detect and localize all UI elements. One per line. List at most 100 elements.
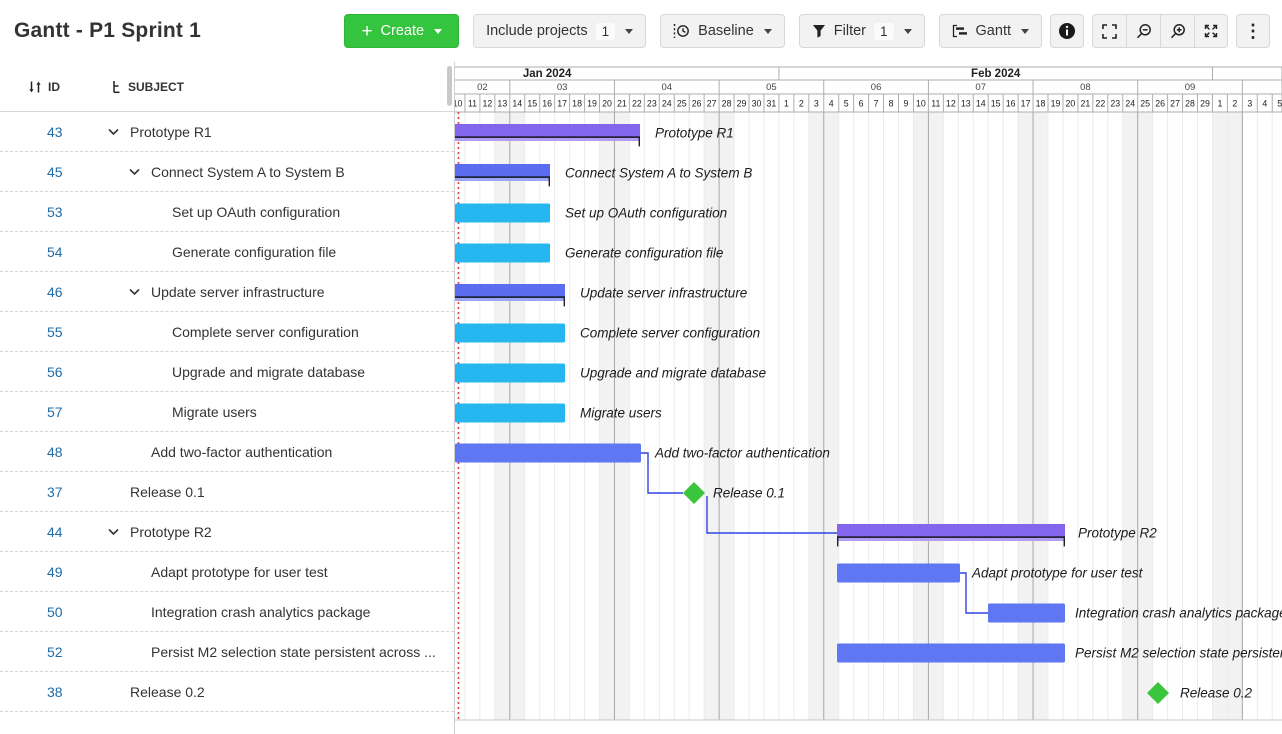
scrollbar-thumb[interactable] (447, 66, 452, 106)
zoom-auto-button[interactable] (1194, 14, 1228, 48)
collapse-chevron-icon[interactable] (129, 288, 140, 295)
day-number-label: 5 (1277, 99, 1282, 109)
table-row[interactable]: 43 Prototype R1 (0, 112, 454, 152)
work-package-id-link[interactable]: 38 (47, 684, 63, 700)
table-row[interactable]: 49 Adapt prototype for user test (0, 552, 454, 592)
work-package-subject[interactable]: Add two-factor authentication (151, 444, 332, 460)
zoom-button-group (1092, 14, 1228, 48)
table-row[interactable]: 45 Connect System A to System B (0, 152, 454, 192)
collapse-chevron-icon[interactable] (108, 128, 119, 135)
zoom-out-icon (1136, 23, 1152, 39)
gantt-summary-bar-line (455, 296, 565, 297)
gantt-view-button[interactable]: Gantt (939, 14, 1042, 48)
gantt-summary-bar-underlay (455, 178, 550, 181)
work-package-subject[interactable]: Update server infrastructure (151, 284, 325, 300)
work-package-id-link[interactable]: 54 (47, 244, 63, 260)
day-number-label: 11 (931, 99, 940, 109)
milestone-diamond[interactable] (683, 482, 705, 504)
work-package-id-link[interactable]: 43 (47, 124, 63, 140)
table-row[interactable]: 53 Set up OAuth configuration (0, 192, 454, 232)
info-button[interactable] (1050, 14, 1084, 48)
work-package-id-link[interactable]: 48 (47, 444, 63, 460)
zoom-in-button[interactable] (1160, 14, 1194, 48)
work-package-subject[interactable]: Complete server configuration (172, 324, 359, 340)
table-row[interactable]: 48 Add two-factor authentication (0, 432, 454, 472)
chevron-down-icon (904, 29, 912, 34)
column-header-subject[interactable]: SUBJECT (112, 80, 184, 94)
day-number-label: 5 (844, 99, 849, 109)
gantt-task-bar[interactable] (455, 404, 565, 423)
day-number-label: 24 (662, 99, 672, 109)
create-button[interactable]: + Create (344, 14, 459, 48)
work-package-subject[interactable]: Generate configuration file (172, 244, 336, 260)
table-row[interactable]: 52 Persist M2 selection state persistent … (0, 632, 454, 672)
work-package-id-link[interactable]: 50 (47, 604, 63, 620)
column-header-id-label: ID (48, 80, 60, 94)
day-number-label: 16 (542, 99, 552, 109)
work-package-id-link[interactable]: 49 (47, 564, 63, 580)
work-package-subject[interactable]: Upgrade and migrate database (172, 364, 365, 380)
collapse-chevron-icon[interactable] (129, 168, 140, 175)
gantt-task-bar[interactable] (455, 364, 565, 383)
baseline-button[interactable]: Baseline (660, 14, 785, 48)
weekend-stripe (704, 112, 719, 720)
include-projects-button[interactable]: Include projects 1 (473, 14, 646, 48)
day-number-label: 4 (1262, 99, 1267, 109)
day-number-label: 1 (784, 99, 789, 109)
work-package-subject[interactable]: Connect System A to System B (151, 164, 345, 180)
work-package-id-link[interactable]: 46 (47, 284, 63, 300)
day-number-label: 2 (799, 99, 804, 109)
work-package-id-link[interactable]: 55 (47, 324, 63, 340)
work-package-subject[interactable]: Prototype R1 (130, 124, 212, 140)
work-package-id-link[interactable]: 57 (47, 404, 63, 420)
table-row[interactable]: 46 Update server infrastructure (0, 272, 454, 312)
chevron-down-icon (434, 29, 442, 34)
table-row[interactable]: 37 Release 0.1 (0, 472, 454, 512)
column-header-id[interactable]: ID (28, 80, 60, 94)
table-row[interactable]: 54 Generate configuration file (0, 232, 454, 272)
day-number-label: 12 (482, 99, 492, 109)
table-row[interactable]: 38 Release 0.2 (0, 672, 454, 712)
work-package-subject[interactable]: Adapt prototype for user test (151, 564, 328, 580)
work-package-subject[interactable]: Set up OAuth configuration (172, 204, 340, 220)
table-row[interactable]: 57 Migrate users (0, 392, 454, 432)
gantt-task-bar[interactable] (455, 244, 550, 263)
more-options-button[interactable]: ⋮ (1236, 14, 1270, 48)
work-package-id-link[interactable]: 53 (47, 204, 63, 220)
zoom-out-button[interactable] (1126, 14, 1160, 48)
filter-button[interactable]: Filter 1 (799, 14, 925, 48)
table-row[interactable]: 44 Prototype R2 (0, 512, 454, 552)
gantt-task-bar[interactable] (455, 204, 550, 223)
work-package-id-link[interactable]: 56 (47, 364, 63, 380)
collapse-chevron-icon[interactable] (108, 528, 119, 535)
work-package-subject[interactable]: Persist M2 selection state persistent ac… (151, 644, 436, 660)
chevron-down-icon (625, 29, 633, 34)
work-package-id-link[interactable]: 44 (47, 524, 63, 540)
day-number-label: 31 (767, 99, 777, 109)
work-package-subject[interactable]: Prototype R2 (130, 524, 212, 540)
work-package-subject[interactable]: Release 0.2 (130, 684, 205, 700)
work-package-subject[interactable]: Integration crash analytics package (151, 604, 370, 620)
gantt-task-bar[interactable] (837, 564, 960, 583)
gantt-task-bar[interactable] (455, 444, 641, 463)
table-row[interactable]: 55 Complete server configuration (0, 312, 454, 352)
work-package-id-link[interactable]: 37 (47, 484, 63, 500)
table-row[interactable]: 50 Integration crash analytics package (0, 592, 454, 632)
gantt-task-bar[interactable] (988, 604, 1065, 623)
gantt-task-bar[interactable] (837, 644, 1065, 663)
day-number-label: 3 (814, 99, 819, 109)
work-package-id-link[interactable]: 52 (47, 644, 63, 660)
table-row[interactable]: 56 Upgrade and migrate database (0, 352, 454, 392)
gantt-bar-label: Release 0.1 (713, 486, 785, 501)
work-package-id-link[interactable]: 45 (47, 164, 63, 180)
sort-icon (28, 80, 42, 94)
gantt-summary-end-tick (564, 296, 565, 306)
gantt-summary-start-tick (837, 536, 838, 546)
day-number-label: 7 (874, 99, 879, 109)
day-number-label: 16 (1006, 99, 1016, 109)
gantt-task-bar[interactable] (455, 324, 565, 343)
zoom-in-icon (1170, 23, 1186, 39)
work-package-subject[interactable]: Release 0.1 (130, 484, 205, 500)
work-package-subject[interactable]: Migrate users (172, 404, 257, 420)
fullscreen-button[interactable] (1092, 14, 1126, 48)
